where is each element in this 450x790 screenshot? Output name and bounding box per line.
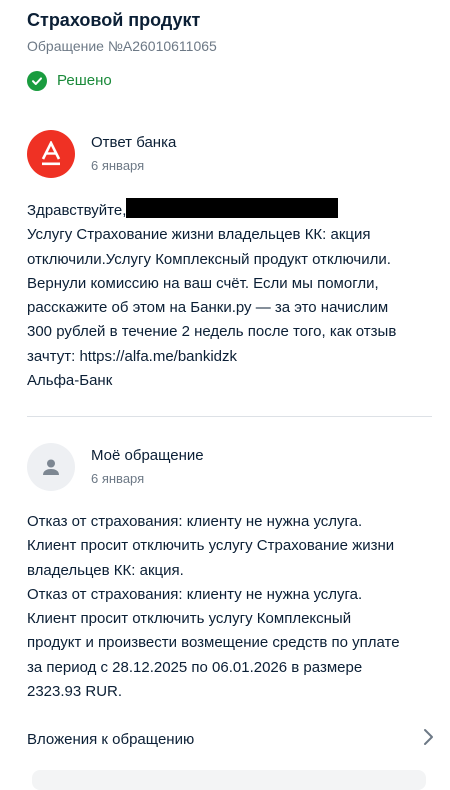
chevron-right-icon <box>422 728 434 751</box>
message-line: Услугу Страхование жизни владельцев КК: … <box>27 226 371 244</box>
attachments-label: Вложения к обращению <box>27 730 195 748</box>
message-line: Клиент просит отключить услугу Страхован… <box>27 537 395 555</box>
message-line: продукт и произвести возмещение средств … <box>27 634 400 652</box>
message-line: Альфа-Банк <box>27 372 113 390</box>
redacted-block <box>126 198 339 218</box>
attachments-link[interactable]: Вложения к обращению <box>27 726 434 752</box>
user-icon <box>27 443 75 491</box>
status-label: Решено <box>57 72 112 89</box>
message-line: 300 рублей в течение 2 недель после того… <box>27 323 397 341</box>
message-line: зачтут: https://alfa.me/bankidzk <box>27 347 238 365</box>
message-date: 6 января <box>91 471 145 486</box>
message-line: Отказ от страхования: клиенту не нужна у… <box>27 513 363 530</box>
page-header: Страховой продукт Обращение №A2601061106… <box>27 8 430 56</box>
status-badge: Решено <box>27 70 112 92</box>
alfa-bank-logo <box>27 130 75 178</box>
message-line: владельцев КК: акция. <box>27 561 184 579</box>
check-circle-icon <box>27 71 47 91</box>
message-line: 2323.93 RUR. <box>27 683 123 701</box>
bottom-card <box>32 770 426 790</box>
message-line: Отказ от страхования: клиенту не нужна у… <box>27 585 363 603</box>
message-body: Здравствуйте, Услугу Страхование жизни в… <box>27 198 430 393</box>
message-line: Вернули комиссию на ваш счёт. Если мы по… <box>27 274 379 292</box>
user-request-message: Моё обращение 6 января Отказ от страхова… <box>27 443 430 704</box>
divider <box>27 416 432 417</box>
bank-reply-message: Ответ банка 6 января Здравствуйте, Услуг… <box>27 130 430 393</box>
message-line: за период с 28.12.2025 по 06.01.2026 в р… <box>27 658 363 676</box>
message-author: Ответ банка <box>91 134 177 151</box>
message-line: отключили.Услугу Комплексный продукт отк… <box>27 250 391 268</box>
message-body: Отказ от страхования: клиенту не нужна у… <box>27 510 430 704</box>
message-date: 6 января <box>91 158 145 173</box>
message-author: Моё обращение <box>91 447 204 464</box>
message-line: Клиент просит отключить услугу Комплексн… <box>27 610 352 628</box>
message-line: Здравствуйте, <box>27 202 127 219</box>
page-title: Страховой продукт <box>27 10 201 30</box>
message-line: расскажите об этом на Банки.ру — за это … <box>27 299 389 317</box>
ticket-number: Обращение №A26010611065 <box>27 38 217 54</box>
